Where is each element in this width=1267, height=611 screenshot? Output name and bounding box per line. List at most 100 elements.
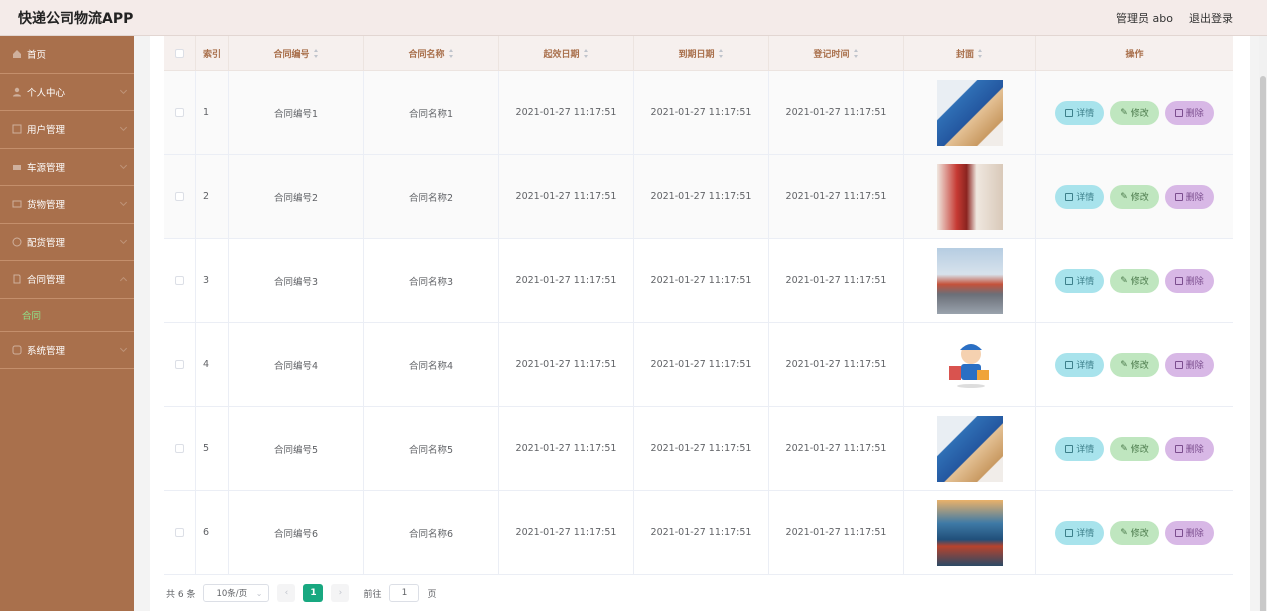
contract-name: 合同名称6	[364, 491, 499, 574]
logout-link[interactable]: 退出登录	[1189, 10, 1233, 26]
document-icon	[1065, 192, 1074, 201]
sidebar-item-contracts[interactable]: 合同管理	[0, 261, 134, 299]
sort-icon[interactable]	[583, 48, 589, 58]
column-header-start[interactable]: 起效日期	[499, 36, 634, 70]
sort-icon[interactable]	[978, 48, 983, 58]
column-header-end[interactable]: 到期日期	[634, 36, 769, 70]
detail-label: 详情	[1076, 109, 1095, 119]
edit-button[interactable]: ✎ 修改	[1110, 436, 1159, 461]
delete-button[interactable]: 删除	[1164, 352, 1214, 377]
contract-code: 合同编号2	[229, 155, 364, 238]
edit-label: 修改	[1130, 361, 1149, 371]
chevron-up-icon	[119, 276, 128, 285]
contract-code: 合同编号5	[229, 407, 364, 490]
start-date: 2021-01-27 11:17:51	[499, 491, 634, 574]
sidebar-item-system[interactable]: 系统管理	[0, 332, 134, 369]
sidebar-item-label: 合同管理	[27, 275, 66, 287]
column-header-registered[interactable]: 登记时间	[769, 36, 904, 70]
box-icon	[12, 199, 22, 209]
edit-label: 修改	[1130, 109, 1149, 119]
sidebar-item-users[interactable]: 用户管理	[0, 111, 134, 149]
sidebar-item-label: 首页	[27, 50, 47, 62]
column-header-label: 合同名称	[408, 49, 445, 60]
row-checkbox[interactable]	[175, 192, 184, 201]
delete-button[interactable]: 删除	[1164, 184, 1214, 209]
sidebar-subitem-contract[interactable]: 合同	[0, 299, 134, 332]
scrollbar-thumb[interactable]	[1260, 76, 1266, 611]
sort-icon[interactable]	[718, 48, 724, 58]
edit-button[interactable]: ✎ 修改	[1110, 184, 1159, 209]
trash-icon	[1174, 528, 1183, 537]
select-all-checkbox[interactable]	[175, 48, 184, 58]
sort-icon[interactable]	[448, 48, 454, 58]
row-checkbox[interactable]	[175, 360, 184, 369]
detail-button[interactable]: 详情	[1055, 268, 1105, 293]
edit-button[interactable]: ✎ 修改	[1110, 352, 1159, 377]
row-checkbox[interactable]	[175, 528, 184, 537]
table-row: 3 合同编号3 合同名称3 2021-01-27 11:17:51 2021-0…	[164, 239, 1233, 323]
pencil-icon: ✎	[1120, 443, 1128, 454]
delete-button[interactable]: 删除	[1164, 436, 1214, 461]
contract-code: 合同编号3	[229, 239, 364, 322]
next-page-button[interactable]: ›	[331, 584, 350, 602]
sidebar-item-trucks[interactable]: 车源管理	[0, 149, 134, 186]
detail-button[interactable]: 详情	[1055, 436, 1105, 461]
column-header-code[interactable]: 合同编号	[229, 36, 364, 70]
cover-image-courier[interactable]	[936, 415, 1003, 482]
cover-image-truck[interactable]	[936, 247, 1003, 314]
detail-button[interactable]: 详情	[1055, 352, 1105, 377]
system-icon	[12, 345, 22, 355]
column-header-label: 起效日期	[543, 49, 580, 60]
column-header-index: 索引	[196, 36, 229, 70]
page-size-select[interactable]: 10条/页 ⌄	[203, 584, 270, 602]
edit-label: 修改	[1130, 445, 1149, 455]
row-checkbox[interactable]	[175, 444, 184, 453]
row-checkbox[interactable]	[175, 276, 184, 285]
sidebar-item-goods[interactable]: 货物管理	[0, 186, 134, 224]
delete-button[interactable]: 删除	[1164, 520, 1214, 545]
contract-icon	[12, 274, 22, 284]
edit-button[interactable]: ✎ 修改	[1110, 520, 1159, 545]
goto-page-input[interactable]	[389, 584, 420, 602]
sidebar-item-profile[interactable]: 个人中心	[0, 74, 134, 111]
delete-button[interactable]: 删除	[1164, 100, 1214, 125]
detail-button[interactable]: 详情	[1055, 184, 1105, 209]
chevron-down-icon	[119, 198, 128, 207]
registered-time: 2021-01-27 11:17:51	[769, 323, 904, 406]
edit-button[interactable]: ✎ 修改	[1110, 268, 1159, 293]
sort-icon[interactable]	[313, 48, 319, 58]
column-header-label: 封面	[955, 49, 974, 60]
prev-page-button[interactable]: ‹	[277, 584, 296, 602]
cover-image-courier-backpack[interactable]	[936, 163, 1003, 230]
main-content: 索引 合同编号 合同名称 起效日期 到期日期 登记时间 封面 操作 1 合同编号…	[150, 36, 1250, 611]
column-header-cover[interactable]: 封面	[904, 36, 1036, 70]
cover-image-cartoon-courier[interactable]	[936, 331, 1003, 398]
end-date: 2021-01-27 11:17:51	[634, 155, 769, 238]
contract-name: 合同名称1	[364, 71, 499, 154]
cover-image-plane-port[interactable]	[936, 499, 1003, 566]
scrollbar-track[interactable]	[1259, 36, 1267, 611]
column-header-name[interactable]: 合同名称	[364, 36, 499, 70]
start-date: 2021-01-27 11:17:51	[499, 323, 634, 406]
page-number-current[interactable]: 1	[303, 584, 324, 602]
sidebar-item-dispatch[interactable]: 配货管理	[0, 224, 134, 261]
document-icon	[1065, 528, 1074, 537]
detail-button[interactable]: 详情	[1055, 520, 1105, 545]
row-checkbox[interactable]	[175, 108, 184, 117]
document-icon	[1065, 444, 1074, 453]
detail-label: 详情	[1076, 193, 1095, 203]
pencil-icon: ✎	[1120, 191, 1128, 202]
start-date: 2021-01-27 11:17:51	[499, 239, 634, 322]
sidebar-item-home[interactable]: 首页	[0, 36, 134, 74]
admin-user-label[interactable]: 管理员 abo	[1116, 10, 1173, 26]
edit-button[interactable]: ✎ 修改	[1110, 100, 1159, 125]
table-row: 5 合同编号5 合同名称5 2021-01-27 11:17:51 2021-0…	[164, 407, 1233, 491]
sort-icon[interactable]	[853, 48, 859, 58]
delete-button[interactable]: 删除	[1164, 268, 1214, 293]
trash-icon	[1174, 444, 1183, 453]
cover-image-courier[interactable]	[936, 79, 1003, 146]
detail-button[interactable]: 详情	[1055, 100, 1105, 125]
trash-icon	[1174, 360, 1183, 369]
column-header-label: 合同编号	[273, 49, 310, 60]
end-date: 2021-01-27 11:17:51	[634, 407, 769, 490]
